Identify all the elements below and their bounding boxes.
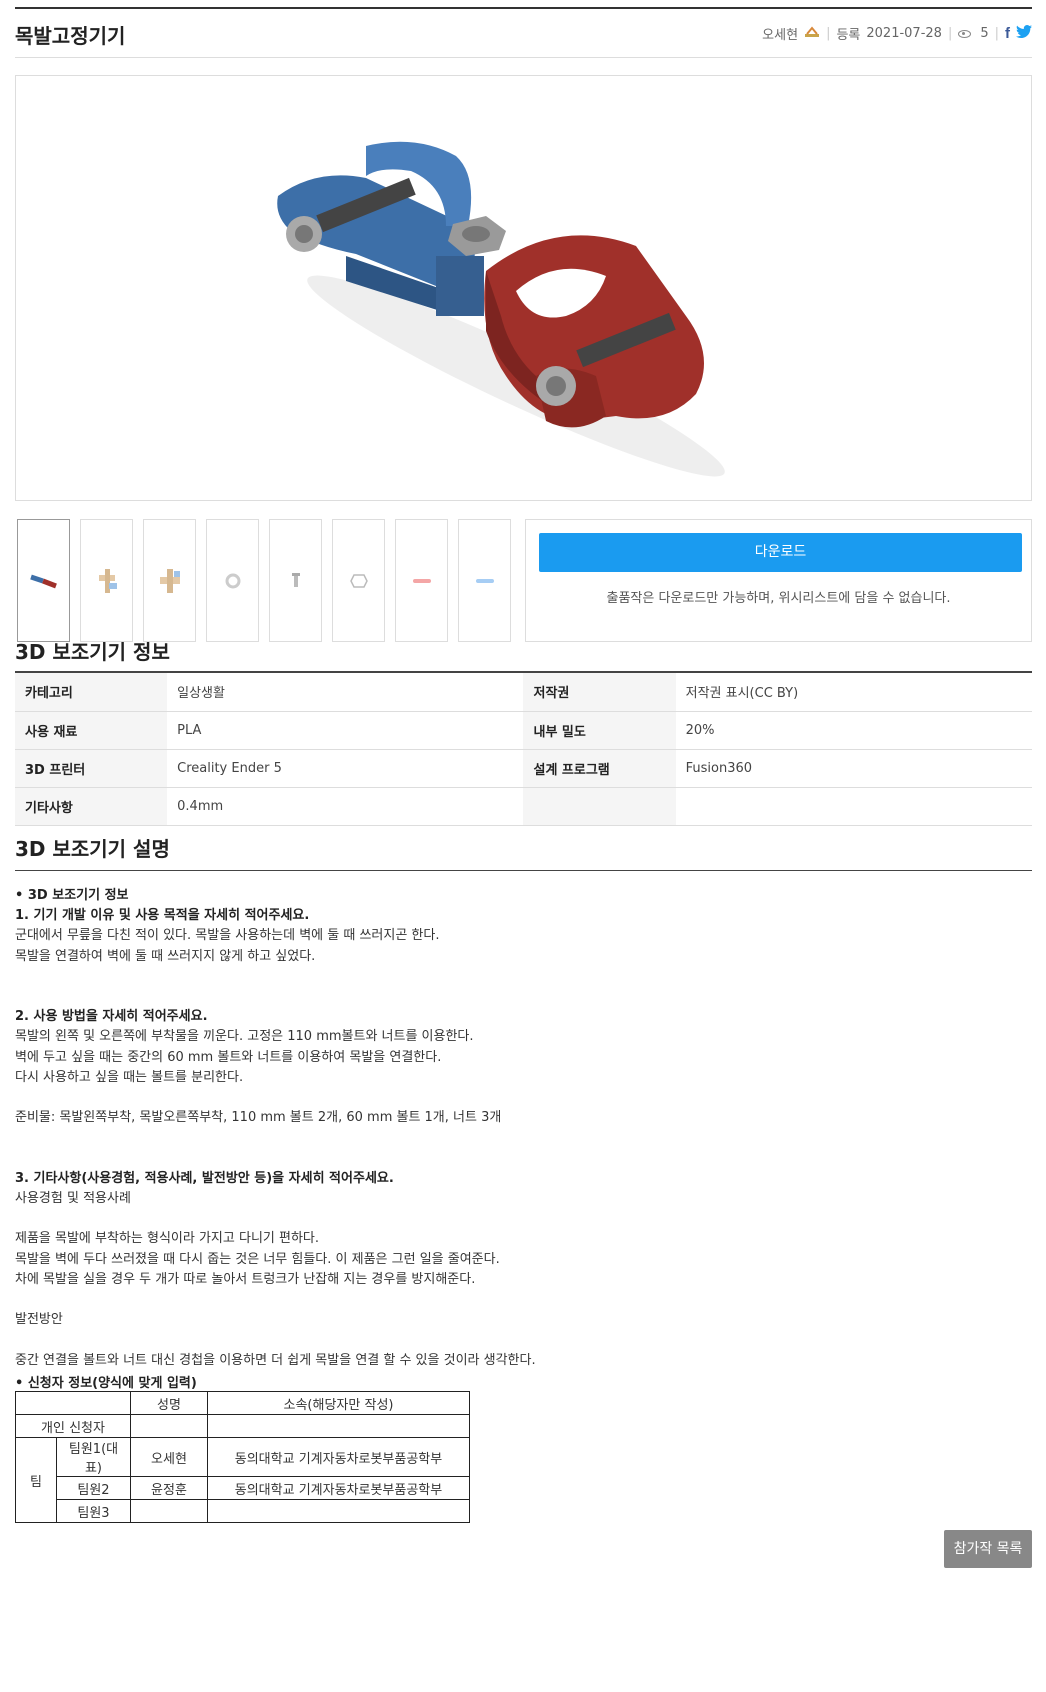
author-badge-icon bbox=[804, 25, 820, 42]
description-line: 1. 기기 개발 이유 및 사용 목적을 자세히 적어주세요. bbox=[15, 908, 310, 924]
info-key: 사용 재료 bbox=[15, 711, 168, 750]
meta-separator: | bbox=[994, 26, 999, 41]
applicant-header-name: 성명 bbox=[130, 1391, 208, 1415]
description-line: 발전방안 bbox=[15, 1312, 63, 1328]
description-line: 준비물: 목발왼쪽부착, 목발오른쪽부착, 110 mm 볼트 2개, 60 m… bbox=[15, 1110, 502, 1126]
applicant-title: • 신청자 정보(양식에 맞게 입력) bbox=[15, 1376, 197, 1391]
info-key: 내부 밀도 bbox=[523, 711, 676, 750]
meta-separator: | bbox=[947, 26, 953, 41]
info-value bbox=[675, 787, 1032, 826]
thumbnail-strip bbox=[17, 519, 511, 642]
download-button[interactable]: 다운로드 bbox=[539, 533, 1022, 572]
info-key: 저작권 bbox=[523, 673, 676, 712]
page-title: 목발고정기기 bbox=[15, 24, 126, 48]
registered-date: 2021-07-28 bbox=[866, 26, 942, 41]
info-key: 3D 프린터 bbox=[15, 749, 168, 788]
description-line: 제품을 목발에 부착하는 형식이라 가지고 다니기 편하다. bbox=[15, 1231, 320, 1247]
description-line bbox=[15, 1128, 1015, 1148]
description-line bbox=[15, 1149, 1015, 1169]
info-table: 카테고리 일상생활 저작권 저작권 표시(CC BY) 사용 재료 PLA 내부 밀도 20%… bbox=[15, 673, 1032, 826]
info-row: 기타사항 0.4mm bbox=[15, 787, 1032, 826]
applicant-individual-name bbox=[130, 1414, 208, 1438]
description-line: 목발의 왼쪽 및 오른쪽에 부착물을 끼운다. 고정은 110 mm볼트와 너트… bbox=[15, 1029, 474, 1045]
description-line bbox=[15, 1290, 1015, 1310]
applicant-header-affiliation: 소속(해당자만 작성) bbox=[207, 1391, 470, 1415]
description-body: • 3D 보조기기 정보 1. 기기 개발 이유 및 사용 목적을 자세히 적어주… bbox=[15, 886, 1015, 1371]
description-line: 다시 사용하고 싶을 때는 볼트를 분리한다. bbox=[15, 1069, 244, 1085]
thumbnail-item[interactable] bbox=[17, 519, 70, 642]
thumbnail-item[interactable] bbox=[332, 519, 385, 642]
member-role: 팀원2 bbox=[56, 1476, 131, 1500]
thumbnail-item[interactable] bbox=[206, 519, 259, 642]
model-viewer[interactable] bbox=[15, 75, 1032, 501]
description-line: 차에 목발을 실을 경우 두 개가 따로 놀아서 트렁크가 난잡해 지는 경우를… bbox=[15, 1271, 476, 1287]
description-line bbox=[15, 987, 1015, 1007]
thumbnail-item[interactable] bbox=[395, 519, 448, 642]
thumbnail-item[interactable] bbox=[269, 519, 322, 642]
member-affiliation bbox=[207, 1499, 470, 1523]
member-name: 윤정훈 bbox=[130, 1476, 208, 1500]
description-line: 사용경험 및 적용사례 bbox=[15, 1190, 131, 1206]
info-section-title: 3D 보조기기 정보 bbox=[15, 640, 170, 664]
member-name: 오세현 bbox=[130, 1437, 208, 1477]
top-divider bbox=[15, 7, 1032, 9]
description-line: 목발을 벽에 두다 쓰러졌을 때 다시 줍는 것은 너무 힘들다. 이 제품은 … bbox=[15, 1251, 500, 1267]
info-value: Creality Ender 5 bbox=[167, 749, 524, 788]
header-divider bbox=[15, 57, 1032, 58]
twitter-share-icon[interactable] bbox=[1016, 25, 1032, 42]
author-name[interactable]: 오세현 bbox=[762, 24, 798, 43]
member-name bbox=[130, 1499, 208, 1523]
applicant-table: 성명 소속(해당자만 작성) 개인 신청자 팀 팀원1(대표) 오세현 동의대학… bbox=[15, 1391, 470, 1523]
info-value: 저작권 표시(CC BY) bbox=[675, 673, 1032, 712]
views-icon bbox=[958, 29, 972, 38]
info-row: 카테고리 일상생활 저작권 저작권 표시(CC BY) bbox=[15, 673, 1032, 712]
info-value: Fusion360 bbox=[675, 749, 1032, 788]
description-line: 2. 사용 방법을 자세히 적어주세요. bbox=[15, 1009, 208, 1025]
description-line: 군대에서 무릎을 다친 적이 있다. 목발을 사용하는데 벽에 둘 때 쓰러지곤… bbox=[15, 928, 440, 944]
facebook-share-icon[interactable]: f bbox=[1005, 25, 1010, 42]
description-line: 중간 연결을 볼트와 너트 대신 경첩을 이용하면 더 쉽게 목발을 연결 할 … bbox=[15, 1352, 536, 1368]
info-key bbox=[523, 787, 676, 826]
applicant-header-empty bbox=[15, 1391, 131, 1415]
view-count: 5 bbox=[980, 26, 989, 41]
info-value: PLA bbox=[167, 711, 524, 750]
description-line bbox=[15, 967, 1015, 987]
info-value: 0.4mm bbox=[167, 787, 524, 826]
description-section-divider bbox=[15, 870, 1032, 871]
post-meta: 오세현 | 등록 2021-07-28 | 5 | f bbox=[762, 24, 1032, 43]
applicant-team-label: 팀 bbox=[15, 1437, 57, 1523]
description-line: 벽에 두고 싶을 때는 중간의 60 mm 볼트와 너트를 이용하여 목발을 연… bbox=[15, 1049, 442, 1065]
description-line bbox=[15, 1088, 1015, 1108]
description-line bbox=[15, 1330, 1015, 1350]
thumbnail-item[interactable] bbox=[143, 519, 196, 642]
info-key: 설계 프로그램 bbox=[523, 749, 676, 788]
description-line: 목발을 연결하여 벽에 둘 때 쓰러지지 않게 하고 싶었다. bbox=[15, 948, 316, 964]
description-line: 3. 기타사항(사용경험, 적용사례, 발전방안 등)을 자세히 적어주세요. bbox=[15, 1170, 394, 1186]
participant-list-button[interactable]: 참가작 목록 bbox=[944, 1530, 1032, 1568]
info-row: 사용 재료 PLA 내부 밀도 20% bbox=[15, 711, 1032, 750]
info-key: 기타사항 bbox=[15, 787, 168, 826]
applicant-individual-label: 개인 신청자 bbox=[15, 1414, 131, 1438]
info-key: 카테고리 bbox=[15, 673, 168, 712]
member-role: 팀원1(대표) bbox=[56, 1437, 131, 1477]
info-value: 20% bbox=[675, 711, 1032, 750]
info-value: 일상생활 bbox=[167, 673, 524, 712]
thumbnail-item[interactable] bbox=[80, 519, 133, 642]
member-affiliation: 동의대학교 기계자동차로봇부품공학부 bbox=[207, 1437, 470, 1477]
meta-separator: | bbox=[826, 26, 831, 41]
registered-label: 등록 bbox=[836, 28, 861, 43]
description-line bbox=[15, 1209, 1015, 1229]
thumbnail-item[interactable] bbox=[458, 519, 511, 642]
description-section-title: 3D 보조기기 설명 bbox=[15, 837, 170, 861]
member-role: 팀원3 bbox=[56, 1499, 131, 1523]
applicant-individual-affiliation bbox=[207, 1414, 470, 1438]
download-panel: 다운로드 출품작은 다운로드만 가능하며, 위시리스트에 담을 수 없습니다. bbox=[525, 519, 1032, 642]
member-affiliation: 동의대학교 기계자동차로봇부품공학부 bbox=[207, 1476, 470, 1500]
info-row: 3D 프린터 Creality Ender 5 설계 프로그램 Fusion360 bbox=[15, 749, 1032, 788]
description-line: • 3D 보조기기 정보 bbox=[15, 888, 129, 903]
download-note: 출품작은 다운로드만 가능하며, 위시리스트에 담을 수 없습니다. bbox=[606, 591, 951, 606]
model-render-image bbox=[277, 141, 725, 477]
